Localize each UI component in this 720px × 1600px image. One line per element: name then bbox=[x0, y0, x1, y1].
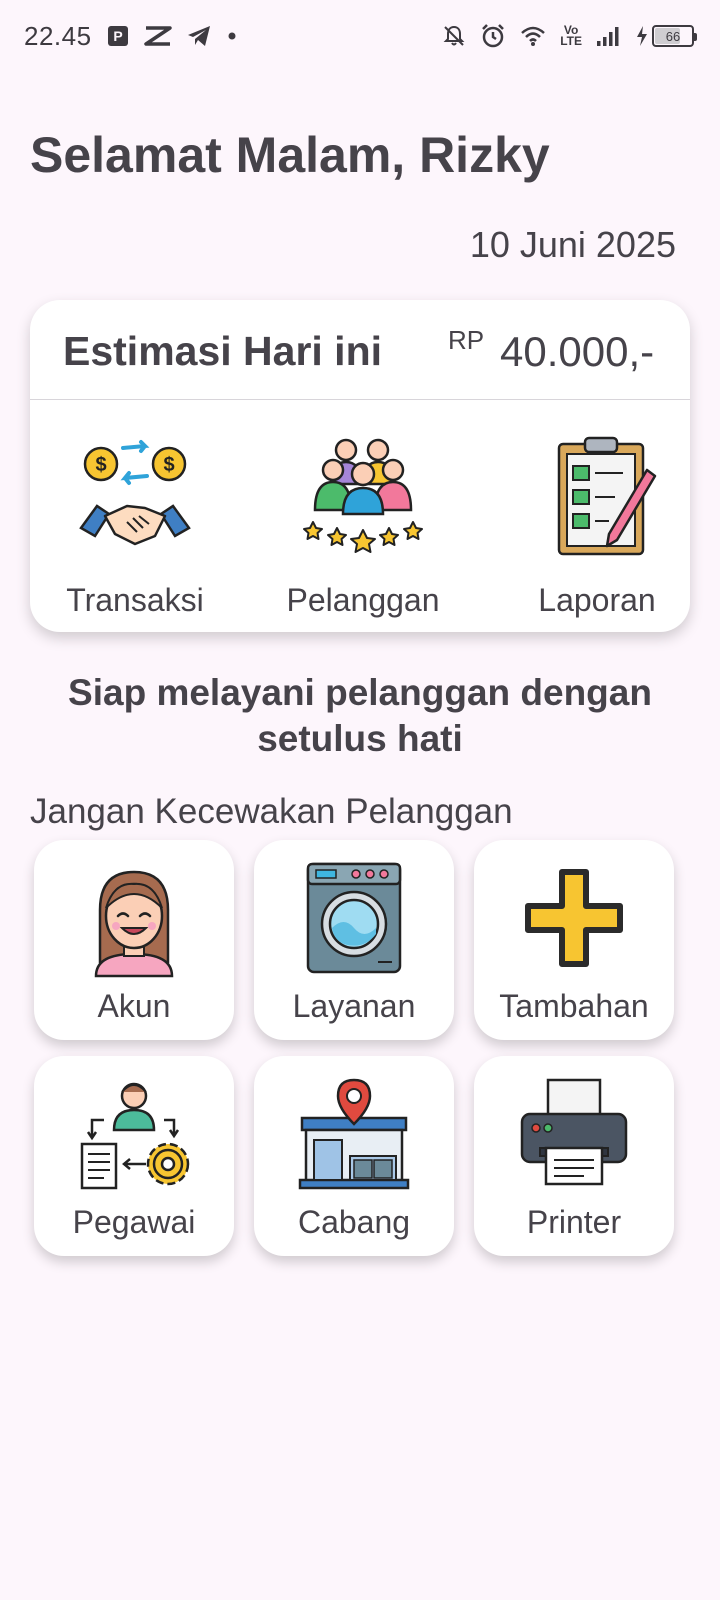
employee-workflow-icon bbox=[80, 1082, 190, 1190]
estimasi-header: Estimasi Hari ini RP 40.000,- bbox=[30, 300, 690, 400]
user-avatar-icon bbox=[94, 870, 174, 978]
quick-action-label: Laporan bbox=[538, 582, 656, 618]
menu-label: Tambahan bbox=[499, 988, 649, 1024]
volte-label-bottom: LTE bbox=[560, 34, 582, 48]
printer-icon bbox=[520, 1078, 628, 1186]
estimasi-amount: 40.000,- bbox=[500, 328, 655, 375]
capcut-icon bbox=[143, 25, 172, 47]
volte-icon: Vo LTE bbox=[560, 24, 582, 48]
battery-level: 66 bbox=[665, 28, 681, 44]
estimasi-card: Estimasi Hari ini RP 40.000,- $ $ Transa… bbox=[30, 300, 690, 632]
customers-stars-icon bbox=[303, 438, 423, 553]
menu-tile-printer[interactable]: Printer bbox=[474, 1056, 674, 1256]
quick-action-label: Transaksi bbox=[66, 582, 204, 618]
menu-tile-layanan[interactable]: Layanan bbox=[254, 840, 454, 1040]
menu-tile-akun[interactable]: Akun bbox=[34, 840, 234, 1040]
estimasi-currency: RP bbox=[448, 325, 485, 355]
date-label: 10 Juni 2025 bbox=[469, 224, 676, 265]
menu-tile-tambahan[interactable]: Tambahan bbox=[474, 840, 674, 1040]
alarm-icon bbox=[480, 23, 506, 49]
menu-label: Layanan bbox=[292, 988, 416, 1024]
menu-tile-cabang[interactable]: Cabang bbox=[254, 1056, 454, 1256]
estimasi-title: Estimasi Hari ini bbox=[63, 328, 383, 374]
washing-machine-icon bbox=[306, 862, 402, 974]
quick-action-laporan[interactable]: Laporan bbox=[492, 400, 702, 632]
menu-label: Akun bbox=[97, 988, 171, 1024]
handshake-money-icon: $ $ bbox=[79, 440, 191, 546]
quick-action-pelanggan[interactable]: Pelanggan bbox=[258, 400, 468, 632]
menu-label: Printer bbox=[526, 1204, 622, 1240]
charging-icon bbox=[636, 25, 648, 47]
clipboard-report-icon bbox=[557, 436, 657, 556]
quick-action-transaksi[interactable]: $ $ Transaksi bbox=[30, 400, 240, 632]
mute-bell-icon bbox=[442, 24, 466, 48]
store-location-icon bbox=[298, 1078, 410, 1190]
svg-text:$: $ bbox=[95, 454, 106, 476]
dot-icon bbox=[226, 30, 238, 42]
status-bar: 22.45 P Vo LTE 66 bbox=[0, 0, 720, 72]
svg-text:P: P bbox=[113, 28, 122, 44]
menu-tile-pegawai[interactable]: Pegawai bbox=[34, 1056, 234, 1256]
svg-text:$: $ bbox=[163, 454, 174, 476]
plus-icon bbox=[525, 869, 623, 967]
tagline: Siap melayani pelanggan dengan setulus h… bbox=[68, 672, 652, 759]
menu-label: Pegawai bbox=[72, 1204, 196, 1240]
quick-action-label: Pelanggan bbox=[286, 582, 440, 618]
menu-label: Cabang bbox=[297, 1204, 411, 1240]
parking-app-icon: P bbox=[106, 24, 130, 48]
wifi-icon bbox=[520, 25, 546, 47]
status-time: 22.45 bbox=[24, 20, 92, 51]
telegram-icon bbox=[186, 24, 212, 48]
greeting-title: Selamat Malam, Rizky bbox=[30, 127, 550, 183]
subtitle: Jangan Kecewakan Pelanggan bbox=[30, 792, 513, 831]
signal-icon bbox=[596, 25, 622, 47]
battery-icon: 66 bbox=[652, 25, 697, 47]
